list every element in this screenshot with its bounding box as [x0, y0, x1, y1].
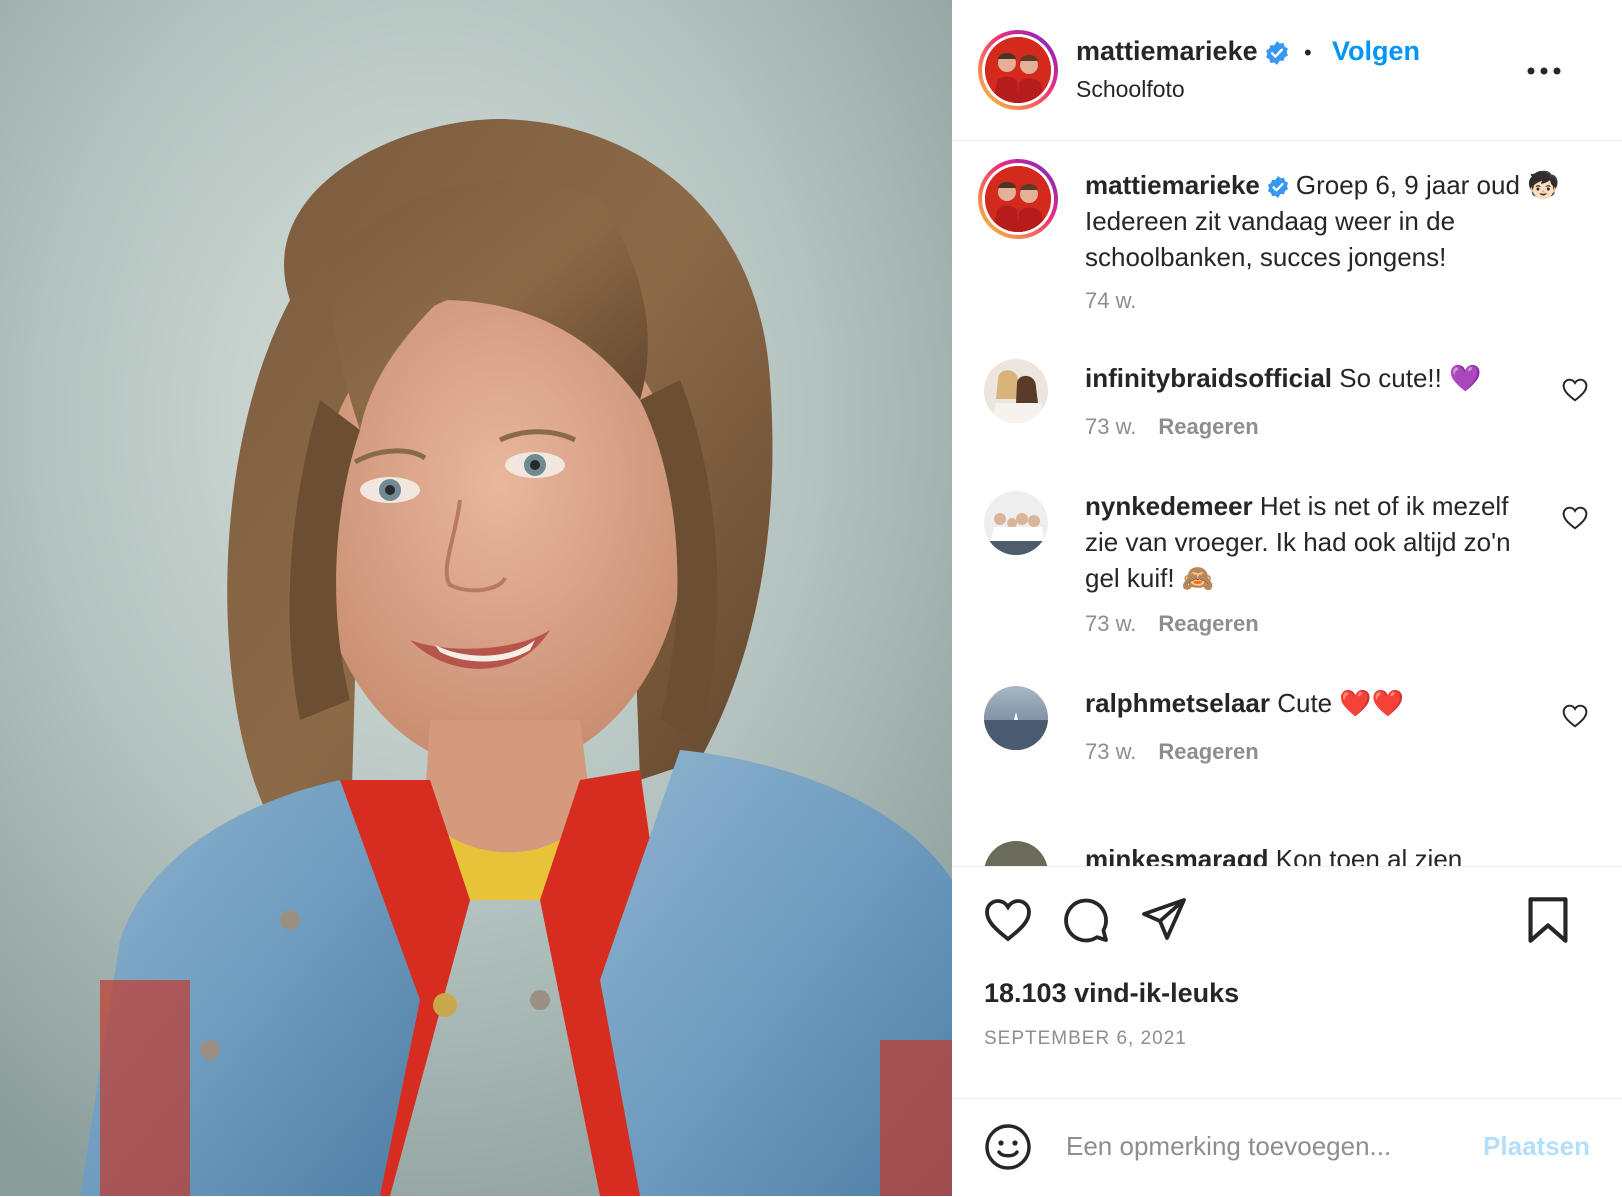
caption-username[interactable]: mattiemarieke [1085, 170, 1260, 200]
header-username[interactable]: mattiemarieke [1076, 36, 1290, 67]
comment-avatar[interactable] [984, 491, 1048, 555]
share-button[interactable] [1140, 896, 1188, 947]
verified-badge-icon [1265, 40, 1288, 65]
comment-username[interactable]: ralphmetselaar [1085, 688, 1270, 718]
comment-meta: 73 w. Reageren [1085, 739, 1259, 765]
comment: infinitybraidsofficial So cute!! 💜 [1085, 360, 1545, 396]
post-photo-illustration [0, 0, 952, 1196]
comment-avatar[interactable] [984, 359, 1048, 423]
comment: nynkedemeer Het is net of ik mezelf zie … [1085, 488, 1545, 596]
speech-bubble-icon [1064, 898, 1108, 943]
post-sidebar: mattiemarieke • Volgen Schoolfoto mattie… [952, 0, 1622, 1196]
reply-button[interactable]: Reageren [1158, 611, 1258, 636]
post-actions: 18.103 vind-ik-leuks SEPTEMBER 6, 2021 [952, 868, 1622, 1098]
comments-list[interactable]: mattiemarieke Groep 6, 9 jaar oud 🧒🏻 Iede… [952, 141, 1622, 867]
comment: minkesmaragd Kon toen al zien [1085, 841, 1545, 867]
comment: ralphmetselaar Cute ❤️❤️ [1085, 685, 1545, 721]
comment-meta: 73 w. Reageren [1085, 414, 1259, 440]
verified-badge-icon [1267, 176, 1288, 199]
avatar-image [985, 166, 1051, 232]
post-comment-button[interactable]: Plaatsen [1483, 1131, 1590, 1162]
comment-text: Cute ❤️❤️ [1277, 688, 1405, 718]
comment-time[interactable]: 73 w. [1085, 611, 1136, 636]
comment-like-button[interactable] [1562, 378, 1588, 407]
comment-text: Kon toen al zien [1275, 844, 1463, 867]
comment-meta: 73 w. Reageren [1085, 611, 1259, 637]
comment-avatar[interactable] [984, 841, 1048, 866]
heart-icon [1562, 378, 1588, 402]
profile-avatar[interactable] [978, 30, 1058, 110]
reply-button[interactable]: Reageren [1158, 414, 1258, 439]
more-options-button[interactable] [1526, 50, 1562, 84]
comment-input[interactable] [1064, 1123, 1458, 1169]
caption: mattiemarieke Groep 6, 9 jaar oud 🧒🏻 Iede… [1085, 167, 1565, 275]
comment-time[interactable]: 73 w. [1085, 739, 1136, 764]
heart-icon [1562, 506, 1588, 530]
follow-button[interactable]: Volgen [1332, 36, 1420, 67]
emoji-button[interactable] [984, 1123, 1032, 1176]
avatar-image [984, 359, 1048, 423]
reply-button[interactable]: Reageren [1158, 739, 1258, 764]
avatar-image [985, 37, 1051, 103]
emoji-icon [985, 1124, 1031, 1170]
add-comment-bar: Plaatsen [952, 1098, 1622, 1197]
comment-username[interactable]: minkesmaragd [1085, 844, 1269, 866]
caption-time[interactable]: 74 w. [1085, 288, 1136, 314]
comment-username[interactable]: nynkedemeer [1085, 491, 1253, 521]
save-button[interactable] [1526, 896, 1570, 949]
comment-text: So cute!! 💜 [1339, 363, 1482, 393]
avatar-image [984, 491, 1048, 555]
like-button[interactable] [984, 898, 1032, 947]
heart-icon [1562, 704, 1588, 728]
comment-time[interactable]: 73 w. [1085, 414, 1136, 439]
location-link[interactable]: Schoolfoto [1076, 76, 1185, 103]
paper-plane-icon [1142, 898, 1186, 940]
comment-button[interactable] [1062, 896, 1110, 949]
comment-avatar[interactable] [984, 686, 1048, 750]
heart-icon [985, 899, 1031, 942]
header-username-text[interactable]: mattiemarieke [1076, 36, 1258, 66]
post-photo[interactable] [0, 0, 952, 1196]
comment-like-button[interactable] [1562, 506, 1588, 535]
comment-username[interactable]: infinitybraidsofficial [1085, 363, 1332, 393]
header-separator: • [1304, 40, 1312, 65]
bookmark-icon [1528, 897, 1568, 943]
more-options-icon [1527, 67, 1561, 75]
avatar-image [984, 686, 1048, 750]
caption-avatar[interactable] [978, 159, 1058, 239]
post-date[interactable]: SEPTEMBER 6, 2021 [984, 1028, 1187, 1050]
post-header: mattiemarieke • Volgen Schoolfoto [952, 0, 1622, 141]
comment-like-button[interactable] [1562, 704, 1588, 733]
likes-count[interactable]: 18.103 vind-ik-leuks [984, 978, 1239, 1009]
